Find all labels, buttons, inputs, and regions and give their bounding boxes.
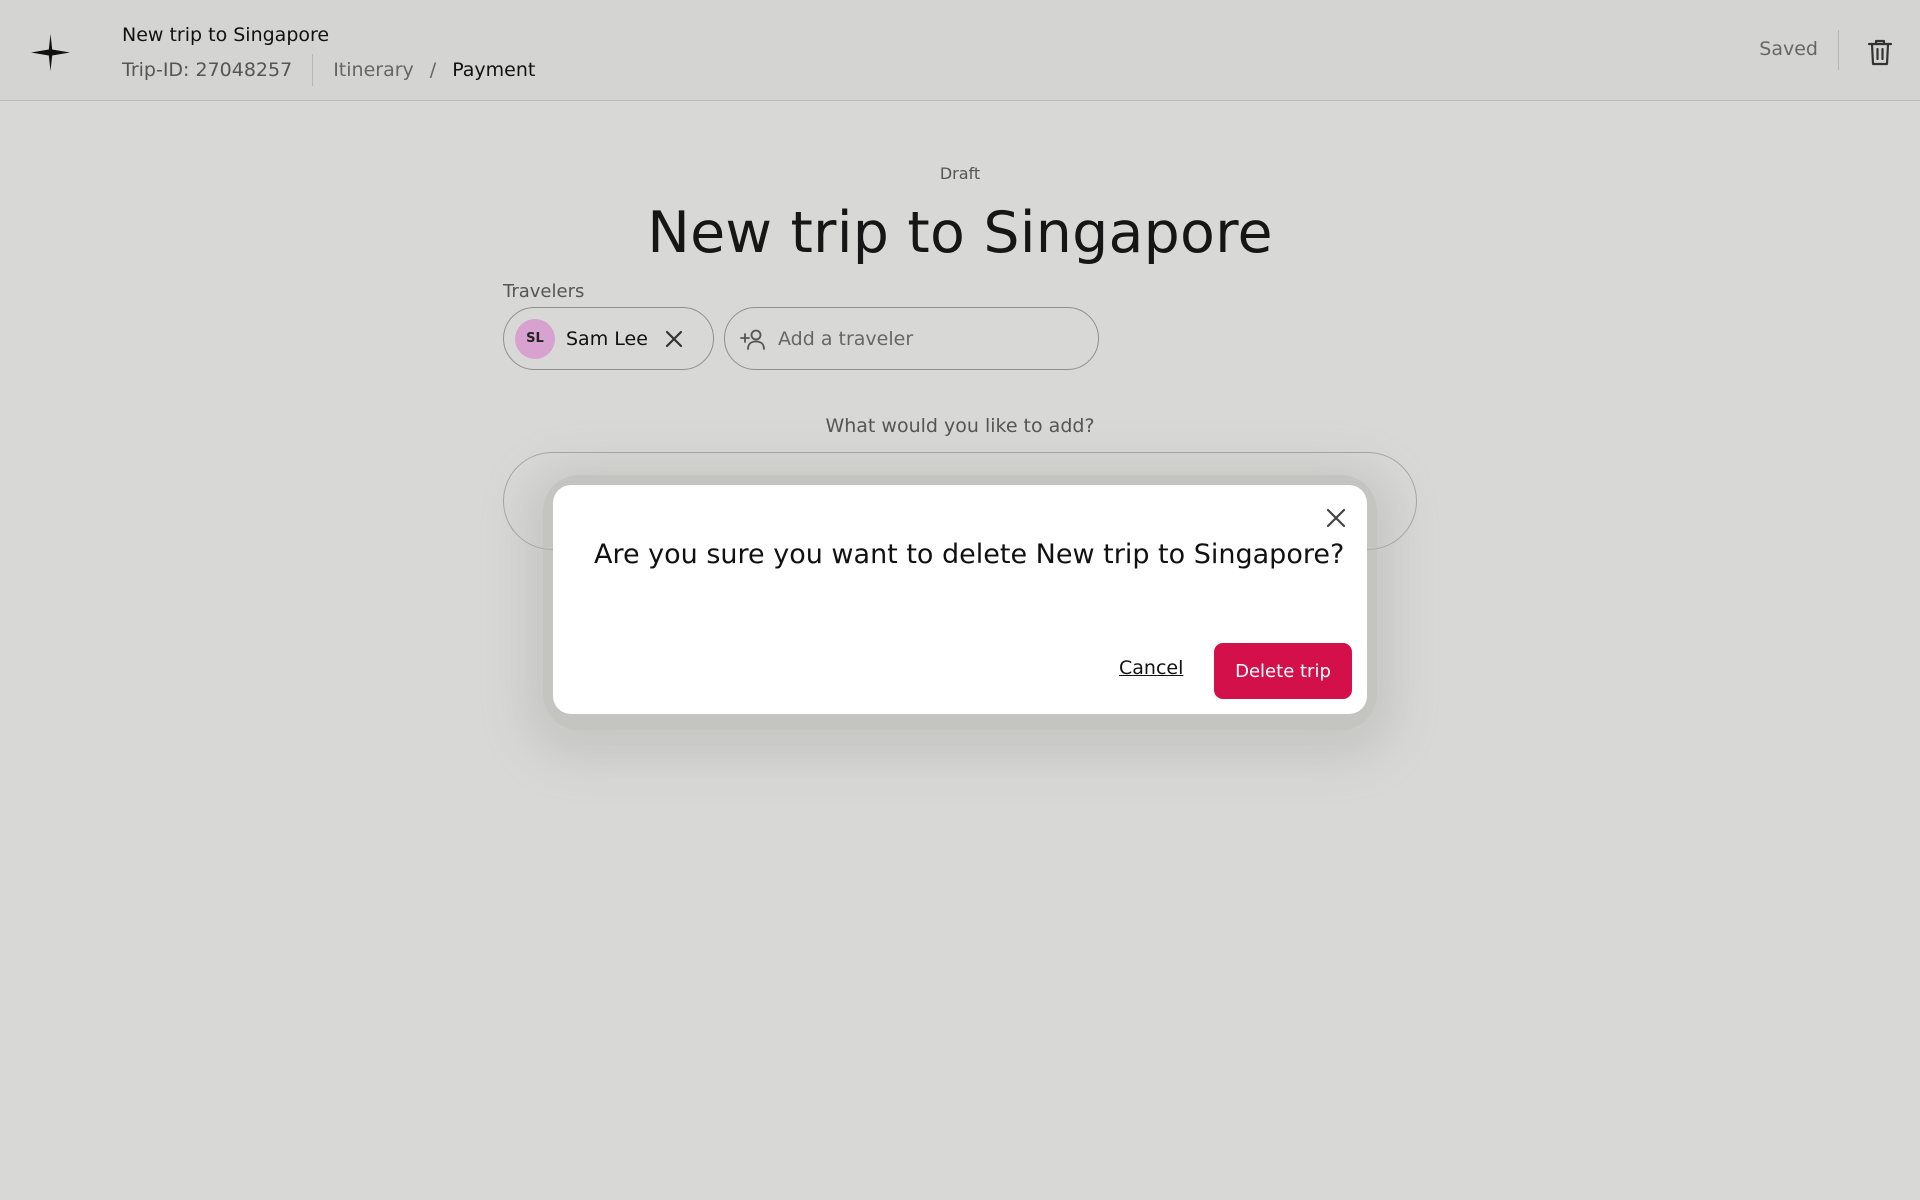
delete-trip-button[interactable]: Delete trip [1214,643,1352,699]
avatar-initials: SL [526,331,544,346]
add-traveler-field[interactable] [724,307,1099,370]
trip-id: Trip-ID: 27048257 [122,59,293,81]
breadcrumb-payment[interactable]: Payment [452,59,535,81]
header-divider [1838,30,1839,70]
header-trip-name: New trip to Singapore [122,24,330,46]
header-meta-row: Trip-ID: 27048257 Itinerary / Payment [122,54,535,86]
delete-confirm-dialog: Are you sure you want to delete New trip… [553,485,1367,714]
divider [312,54,314,86]
remove-traveler-close-icon[interactable] [665,330,683,348]
traveler-chip[interactable]: SL Sam Lee [503,307,714,370]
page: New trip to Singapore Trip-ID: 27048257 … [0,0,1920,1200]
cancel-button[interactable]: Cancel [1119,657,1183,679]
plane-logo-icon[interactable] [28,30,73,75]
page-title[interactable]: New trip to Singapore [0,200,1920,266]
trash-icon[interactable] [1864,36,1896,68]
add-traveler-input[interactable] [778,327,1078,350]
trip-status: Draft [939,164,981,183]
breadcrumb-separator: / [429,59,437,81]
avatar: SL [515,318,555,359]
add-person-icon [740,329,765,350]
saved-status: Saved [1759,38,1818,60]
breadcrumb-itinerary[interactable]: Itinerary [333,59,414,81]
top-header: New trip to Singapore Trip-ID: 27048257 … [0,0,1920,101]
traveler-name: Sam Lee [566,327,648,350]
what-to-add-label: What would you like to add? [825,415,1095,437]
dialog-title: Are you sure you want to delete New trip… [594,539,1345,570]
close-icon[interactable] [1325,507,1347,529]
travelers-label: Travelers [503,281,585,302]
